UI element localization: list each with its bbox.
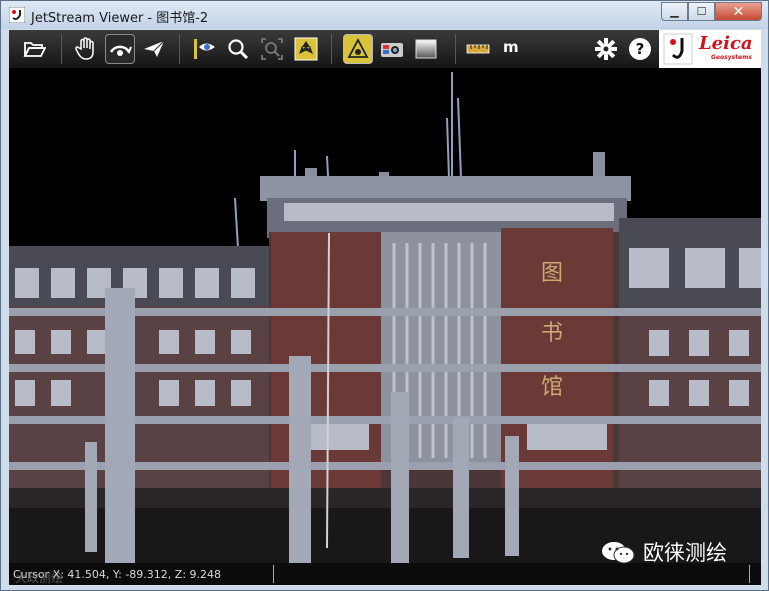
- status-separator: [749, 565, 750, 583]
- building-sign: 图 书 馆: [541, 261, 563, 400]
- toolbar-separator: [61, 34, 62, 64]
- orbit-icon: [109, 45, 132, 56]
- hand-icon: [75, 37, 94, 60]
- intensity-button[interactable]: [343, 34, 373, 64]
- minimize-button[interactable]: ▁: [661, 2, 688, 21]
- gear-icon: [595, 38, 617, 60]
- title-bar[interactable]: JetStream Viewer - 图书馆-2 ▁ ☐ ✕: [1, 1, 768, 29]
- color-mode-button[interactable]: [377, 34, 407, 64]
- question-icon: ?: [629, 38, 651, 60]
- sign-char-3: 馆: [541, 375, 563, 400]
- help-button[interactable]: ?: [625, 34, 655, 64]
- measure-button[interactable]: [463, 34, 493, 64]
- settings-button[interactable]: [591, 34, 621, 64]
- watermark-text: 欧徕测绘: [643, 541, 727, 565]
- brand-name: Leica: [699, 33, 753, 54]
- status-separator: [273, 565, 274, 583]
- jetstream-logo-mark: [663, 33, 693, 65]
- paper-plane-icon: [144, 40, 165, 57]
- cone-icon: [347, 38, 369, 58]
- corner-watermark: 大政测绘: [15, 571, 64, 585]
- toolbar-separator: [455, 34, 456, 64]
- radiation-icon: [294, 37, 318, 61]
- radiation-button[interactable]: [291, 34, 321, 64]
- view-point-button[interactable]: [189, 34, 219, 64]
- window-title: JetStream Viewer - 图书馆-2: [31, 11, 209, 26]
- close-button[interactable]: ✕: [715, 2, 762, 21]
- toolbar-separator: [331, 34, 332, 64]
- eye-flag-icon: [194, 39, 215, 59]
- jetstream-app-icon: [9, 7, 25, 23]
- open-folder-button[interactable]: [19, 34, 49, 64]
- sign-char-1: 图: [541, 261, 563, 286]
- fly-button[interactable]: [139, 34, 169, 64]
- brand-sub: Geosystems: [711, 54, 752, 61]
- color-camera-icon: [381, 43, 403, 57]
- ruler-icon: [466, 44, 490, 54]
- gradient-icon: [415, 39, 437, 59]
- orbit-button[interactable]: [105, 34, 135, 64]
- maximize-button[interactable]: ☐: [688, 2, 715, 21]
- grayscale-button[interactable]: [411, 34, 441, 64]
- zoom-extents-button[interactable]: [257, 34, 287, 64]
- wechat-icon: [602, 542, 635, 564]
- point-cloud-scene: 图 书 馆: [9, 68, 761, 563]
- app-window: JetStream Viewer - 图书馆-2 ▁ ☐ ✕ m ? Leica…: [0, 0, 769, 591]
- folder-open-icon: [23, 42, 46, 57]
- point-cloud-viewport[interactable]: 图 书 馆: [9, 68, 761, 563]
- watermark: 欧徕测绘: [601, 537, 727, 567]
- toolbar-separator: [179, 34, 180, 64]
- leica-logo: Leica Geosystems: [659, 30, 761, 68]
- toolbar: m ? Leica Geosystems: [9, 30, 761, 68]
- unit-label[interactable]: m: [503, 38, 519, 56]
- magnifier-icon: [228, 39, 249, 60]
- svg-text:?: ?: [636, 40, 645, 58]
- zoom-extents-icon: [261, 38, 283, 60]
- pan-button[interactable]: [71, 34, 101, 64]
- sign-char-2: 书: [541, 321, 563, 346]
- zoom-button[interactable]: [223, 34, 253, 64]
